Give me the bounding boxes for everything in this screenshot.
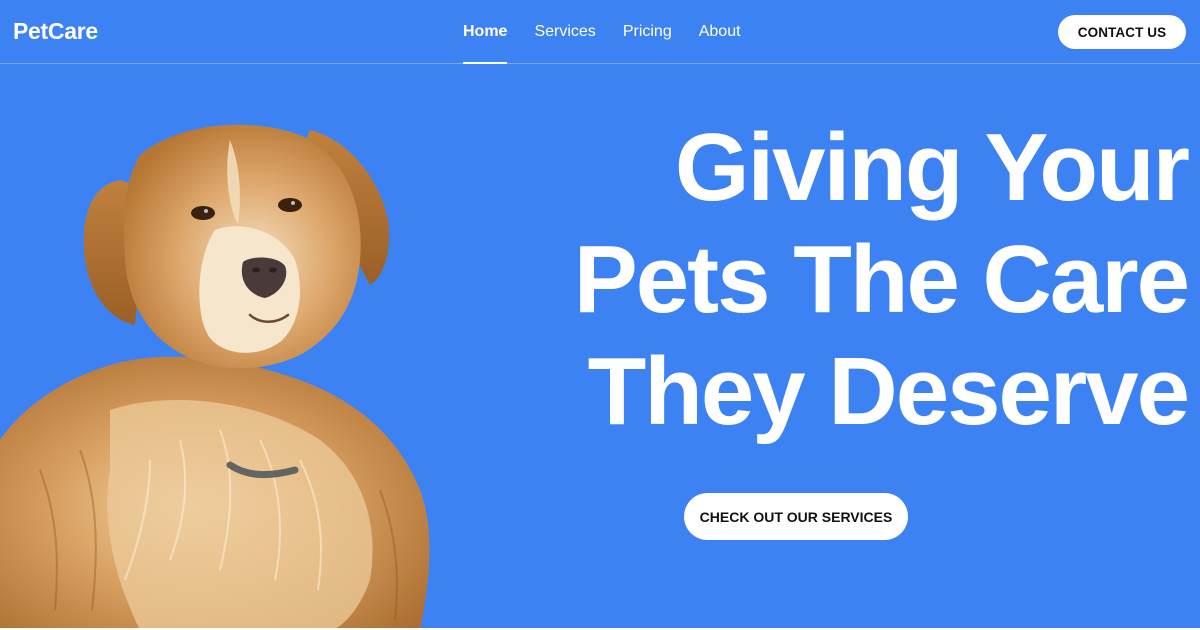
headline-line-3: They Deserve	[587, 338, 1190, 445]
top-navigation: PetCare Home Services Pricing About CONT…	[0, 0, 1200, 64]
nav-link-services[interactable]: Services	[534, 0, 595, 63]
nav-links: Home Services Pricing About	[463, 0, 741, 64]
check-out-services-button[interactable]: CHECK OUT OUR SERVICES	[684, 493, 908, 540]
headline-line-1: Giving Your	[674, 114, 1190, 221]
nav-link-pricing[interactable]: Pricing	[623, 0, 672, 63]
hero-section: PetCare Home Services Pricing About CONT…	[0, 0, 1200, 628]
headline-line-2: Pets The Care	[573, 226, 1190, 333]
brand-logo[interactable]: PetCare	[13, 18, 98, 45]
nav-link-about[interactable]: About	[699, 0, 741, 63]
dog-image	[0, 124, 430, 628]
hero-headline: Giving Your Pets The Care They Deserve	[420, 112, 1190, 448]
nav-link-home[interactable]: Home	[463, 0, 508, 64]
contact-us-button[interactable]: CONTACT US	[1058, 15, 1186, 49]
